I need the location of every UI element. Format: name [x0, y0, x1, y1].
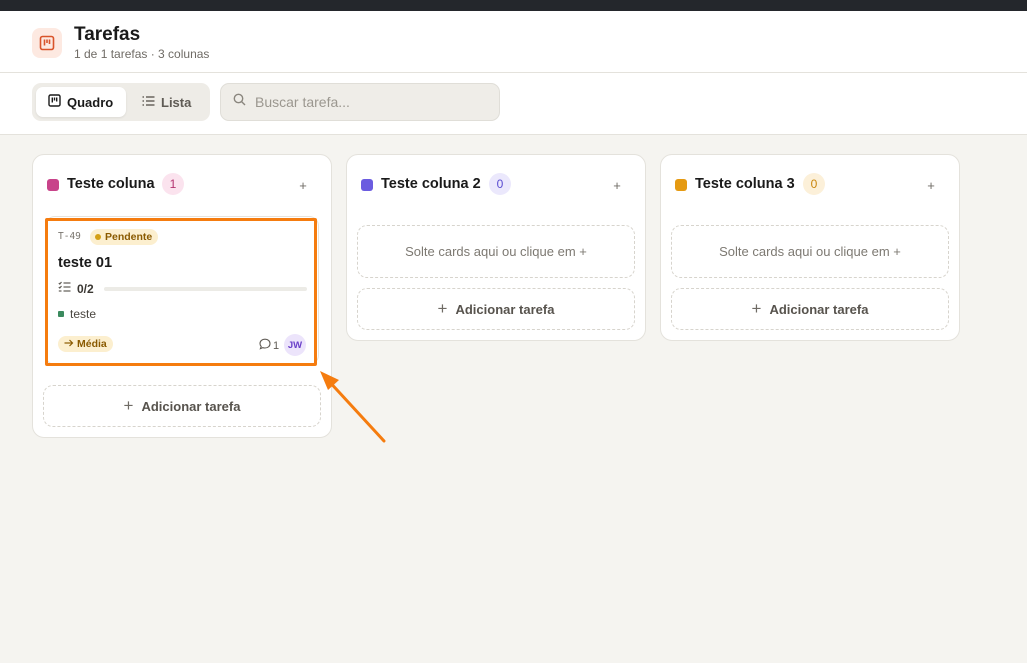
column-teste-coluna-2: Teste coluna 2 0 + Solte cards aqui ou c…: [346, 154, 646, 341]
page-title: Tarefas: [74, 24, 141, 45]
column-header: Teste coluna 2 0 +: [347, 155, 645, 213]
status-dot: [95, 234, 101, 240]
column-title: Teste coluna 3: [695, 176, 795, 192]
column-color-dot: [47, 179, 59, 191]
task-tag: teste: [58, 307, 96, 321]
add-task-label: Adicionar tarefa: [769, 301, 869, 317]
browser-top-bar: [0, 0, 1027, 11]
column-count-badge: 1: [162, 173, 184, 195]
header-divider: [0, 72, 1027, 73]
column-teste-coluna: Teste coluna 1 + T-49 Pendente teste 01 …: [32, 154, 332, 438]
add-task-label: Adicionar tarefa: [141, 398, 241, 414]
column-add-button[interactable]: +: [291, 173, 315, 197]
checklist-count: 0/2: [58, 281, 94, 296]
comment-count[interactable]: 1: [259, 338, 279, 353]
priority-label: Média: [77, 338, 107, 350]
column-color-dot: [675, 179, 687, 191]
task-title: teste 01: [58, 255, 113, 271]
arrow-right-icon: [64, 338, 74, 350]
column-header: Teste coluna 3 0 +: [661, 155, 959, 213]
add-task-button[interactable]: + Adicionar tarefa: [671, 288, 949, 330]
page-subtitle: 1 de 1 tarefas · 3 colunas: [74, 47, 210, 61]
tag-color-dot: [58, 311, 64, 317]
add-task-label: Adicionar tarefa: [455, 301, 555, 317]
checklist-icon: [58, 281, 71, 296]
add-task-button[interactable]: + Adicionar tarefa: [43, 385, 321, 427]
status-label: Pendente: [105, 231, 153, 243]
board-view-label: Quadro: [67, 94, 114, 110]
comment-count-label: 1: [273, 339, 280, 352]
column-teste-coluna-3: Teste coluna 3 0 + Solte cards aqui ou c…: [660, 154, 960, 341]
view-toggle: Quadro Lista: [32, 83, 210, 121]
search-box: [220, 83, 500, 121]
column-color-dot: [361, 179, 373, 191]
list-view-label: Lista: [161, 94, 192, 110]
column-add-button[interactable]: +: [605, 173, 629, 197]
column-title: Teste coluna 2: [381, 176, 481, 192]
plus-icon: +: [123, 396, 134, 415]
avatar[interactable]: JW: [284, 334, 306, 356]
column-title: Teste coluna: [67, 176, 155, 192]
comment-icon: [259, 338, 271, 353]
page-header: Tarefas 1 de 1 tarefas · 3 colunas Quadr…: [0, 11, 1027, 135]
status-badge: Pendente: [90, 229, 159, 245]
tag-label: teste: [70, 307, 97, 321]
column-header: Teste coluna 1 +: [33, 155, 331, 213]
priority-badge: Média: [58, 336, 113, 352]
board-view-button[interactable]: Quadro: [36, 87, 126, 117]
plus-icon: +: [751, 299, 762, 318]
checklist-label: 0/2: [77, 281, 94, 296]
list-icon: [142, 95, 155, 110]
task-id: T-49: [58, 231, 81, 242]
column-count-badge: 0: [803, 173, 825, 195]
column-add-button[interactable]: +: [919, 173, 943, 197]
checklist-progress-bar: [104, 287, 307, 291]
list-view-button[interactable]: Lista: [130, 87, 206, 117]
board-icon: [48, 94, 61, 110]
kanban-board-icon: [32, 28, 62, 58]
plus-icon: +: [437, 299, 448, 318]
search-icon: [233, 93, 246, 111]
column-dropzone[interactable]: Solte cards aqui ou clique em +: [671, 225, 949, 278]
task-card[interactable]: T-49 Pendente teste 01 0/2 teste Média 1…: [45, 216, 319, 365]
add-task-button[interactable]: + Adicionar tarefa: [357, 288, 635, 330]
column-count-badge: 0: [489, 173, 511, 195]
column-dropzone[interactable]: Solte cards aqui ou clique em +: [357, 225, 635, 278]
search-input[interactable]: [255, 94, 475, 110]
